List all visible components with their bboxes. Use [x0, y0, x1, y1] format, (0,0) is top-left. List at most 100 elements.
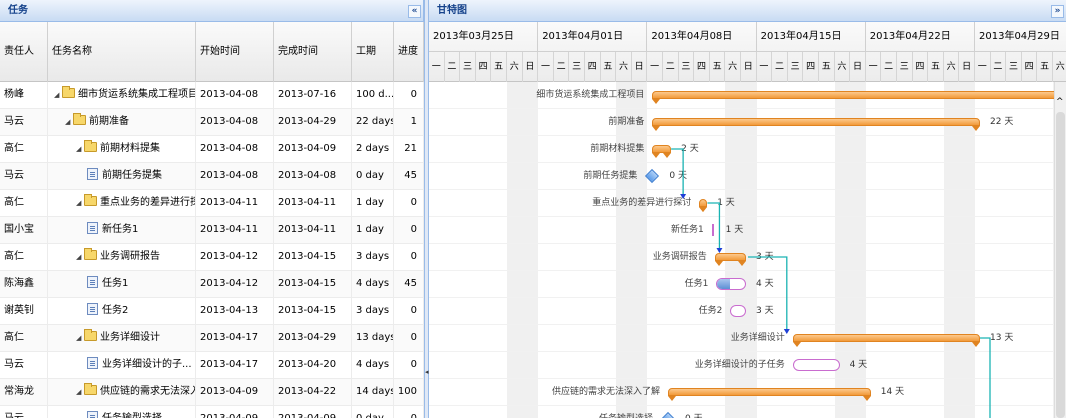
cell-start: 2013-04-08 — [196, 163, 274, 189]
dependency-link — [980, 337, 991, 418]
column-header[interactable]: 开始时间 — [196, 22, 274, 82]
table-row[interactable]: 马云 ◢ 前期准备 2013-04-08 2013-04-29 22 days 1 — [0, 109, 424, 136]
cell-progress: 0 — [394, 298, 424, 324]
column-header[interactable]: 工期 — [352, 22, 394, 82]
cell-duration: 1 day — [352, 190, 394, 216]
cell-name[interactable]: ◢ 业务详细设计 — [48, 325, 196, 351]
timeline-day: 日 — [741, 52, 757, 82]
timeline-day: 三 — [679, 52, 695, 82]
cell-start: 2013-04-09 — [196, 379, 274, 405]
timeline-week: 2013年04月01日 — [538, 22, 648, 52]
cell-start: 2013-04-17 — [196, 352, 274, 378]
timeline-day: 二 — [554, 52, 570, 82]
column-header[interactable]: 进度 — [394, 22, 424, 82]
dependency-link — [707, 202, 721, 252]
table-row[interactable]: 杨峰 ◢ 细市货运系统集成工程项目 2013-04-08 2013-07-16 100 d… — [0, 82, 424, 109]
column-header[interactable]: 完成时间 — [274, 22, 352, 82]
task-name: 业务调研报告 — [100, 251, 160, 262]
table-row[interactable]: 谢英钊 任务2 2013-04-13 2013-04-15 3 days 0 — [0, 298, 424, 325]
expand-triangle-icon[interactable]: ◢ — [76, 244, 84, 270]
cell-duration: 4 days — [352, 352, 394, 378]
cell-name[interactable]: ◢ 前期材料提集 — [48, 136, 196, 162]
cell-start: 2013-04-09 — [196, 406, 274, 418]
task-name: 任务2 — [102, 305, 129, 316]
gantt-app: 任务 « ◂ 甘特图 » 责任人 任务名称 开始时间 完成时间 工期 进度 杨峰 ◢ 细市货运… — [0, 0, 1066, 418]
timeline-day: 六 — [835, 52, 851, 82]
gantt-body: 细市货运系统集成工程项目 前期准备 22 天前期材料提集 2 天前期任务提集 0 天重点… — [429, 82, 1066, 418]
cell-duration: 100 d... — [352, 82, 394, 108]
grid-header: 责任人 任务名称 开始时间 完成时间 工期 进度 — [0, 22, 424, 82]
cell-name[interactable]: 任务2 — [48, 298, 196, 324]
table-row[interactable]: 高仁 ◢ 业务调研报告 2013-04-12 2013-04-15 3 days 0 — [0, 244, 424, 271]
cell-name[interactable]: ◢ 供应链的需求无法深入... — [48, 379, 196, 405]
table-row[interactable]: 高仁◢重点业务的差异进行探讨2013-04-112013-04-111 day0 — [0, 190, 424, 217]
collapse-right-button[interactable]: » — [1051, 5, 1064, 18]
dependency-link — [671, 148, 684, 198]
timeline-day: 一 — [975, 52, 991, 82]
table-row[interactable]: 高仁 ◢ 业务详细设计 2013-04-17 2013-04-29 13 days 0 — [0, 325, 424, 352]
expand-triangle-icon[interactable]: ◢ — [76, 325, 84, 351]
cell-finish: 2013-04-15 — [274, 244, 352, 270]
cell-name[interactable]: 任务输型选择 — [48, 406, 196, 418]
expand-triangle-icon[interactable]: ◢ — [76, 379, 84, 405]
cell-owner: 马云 — [0, 352, 48, 378]
table-row[interactable]: 陈海鑫 任务1 2013-04-12 2013-04-15 4 days 45 — [0, 271, 424, 298]
task-icon — [87, 168, 98, 180]
collapse-left-button[interactable]: « — [408, 5, 421, 18]
task-name: 前期准备 — [89, 116, 129, 127]
cell-start: 2013-04-12 — [196, 271, 274, 297]
cell-name[interactable]: ◢ 前期准备 — [48, 109, 196, 135]
cell-progress: 45 — [394, 271, 424, 297]
expand-triangle-icon[interactable]: ◢ — [65, 109, 73, 135]
link-arrow-icon — [680, 194, 687, 199]
cell-owner: 高仁 — [0, 325, 48, 351]
cell-owner: 常海龙 — [0, 379, 48, 405]
cell-owner: 杨峰 — [0, 82, 48, 108]
cell-finish: 2013-04-11 — [274, 217, 352, 243]
timeline-week: 2013年04月15日 — [756, 22, 866, 52]
cell-start: 2013-04-12 — [196, 244, 274, 270]
cell-name[interactable]: 任务1 — [48, 271, 196, 297]
cell-start: 2013-04-13 — [196, 298, 274, 324]
table-row[interactable]: 马云 前期任务提集 2013-04-08 2013-04-08 0 day 45 — [0, 163, 424, 190]
task-name: 新任务1 — [102, 224, 139, 235]
folder-icon — [84, 329, 97, 341]
timeline-day: 五 — [819, 52, 835, 82]
cell-name[interactable]: 新任务1 — [48, 217, 196, 243]
timeline-day: 四 — [476, 52, 492, 82]
timeline-day: 六 — [725, 52, 741, 82]
table-row[interactable]: 马云任务输型选择2013-04-092013-04-090 day0 — [0, 406, 424, 418]
column-header[interactable]: 任务名称 — [48, 22, 196, 82]
expand-triangle-icon[interactable]: ◢ — [76, 136, 84, 162]
cell-duration: 1 day — [352, 217, 394, 243]
table-row[interactable]: 常海龙 ◢ 供应链的需求无法深入...2013-04-092013-04-2214 … — [0, 379, 424, 406]
expand-triangle-icon[interactable]: ◢ — [76, 190, 84, 216]
folder-icon — [84, 194, 97, 206]
cell-owner: 高仁 — [0, 244, 48, 270]
cell-name[interactable]: ◢ 细市货运系统集成工程项目 — [48, 82, 196, 108]
table-row[interactable]: 高仁 ◢ 前期材料提集 2013-04-08 2013-04-09 2 days 21 — [0, 136, 424, 163]
cell-name[interactable]: ◢ 重点业务的差异进行探讨 — [48, 190, 196, 216]
timeline-day: 三 — [788, 52, 804, 82]
timeline-day: 一 — [647, 52, 663, 82]
table-row[interactable]: 国小宝 新任务1 2013-04-11 2013-04-11 1 day 0 — [0, 217, 424, 244]
timeline-day: 六 — [616, 52, 632, 82]
cell-duration: 3 days — [352, 244, 394, 270]
cell-name[interactable]: 前期任务提集 — [48, 163, 196, 189]
scrollbar-thumb[interactable] — [1056, 112, 1065, 418]
timeline-day: 四 — [1022, 52, 1038, 82]
cell-name[interactable]: ◢ 业务调研报告 — [48, 244, 196, 270]
timeline-day: 四 — [803, 52, 819, 82]
cell-finish: 2013-04-22 — [274, 379, 352, 405]
cell-name[interactable]: 业务详细设计的子... — [48, 352, 196, 378]
expand-triangle-icon[interactable]: ◢ — [54, 82, 62, 108]
timeline-day: 二 — [663, 52, 679, 82]
task-panel-title: 任务 — [8, 5, 28, 16]
splitter-grip-icon[interactable]: ◂ — [425, 368, 429, 380]
vertical-scrollbar[interactable]: ^ — [1054, 82, 1066, 418]
cell-finish: 2013-07-16 — [274, 82, 352, 108]
table-row[interactable]: 马云 业务详细设计的子... 2013-04-17 2013-04-20 4 days 0 — [0, 352, 424, 379]
scroll-up-icon[interactable]: ^ — [1056, 98, 1064, 107]
cell-progress: 100 — [394, 379, 424, 405]
column-header[interactable]: 责任人 — [0, 22, 48, 82]
